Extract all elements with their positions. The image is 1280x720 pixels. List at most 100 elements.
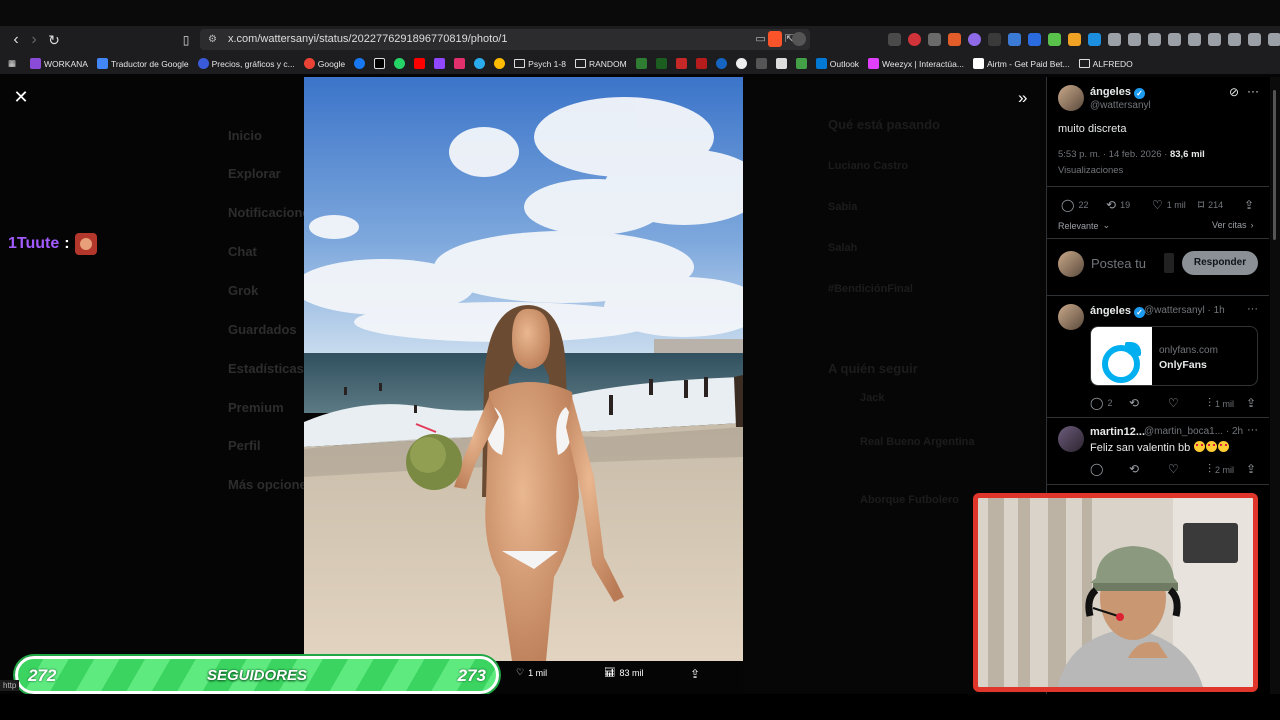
more-options-icon[interactable]: ··· <box>1247 424 1258 436</box>
bookmark-icon-only[interactable] <box>494 58 506 69</box>
reply-count-button[interactable]: ◯ 2 <box>1090 396 1112 410</box>
more-options-icon[interactable]: ··· <box>1247 84 1259 98</box>
bookmark-icon-only[interactable] <box>474 58 486 69</box>
link-card[interactable]: onlyfans.com OnlyFans <box>1090 326 1258 386</box>
reply-button[interactable]: ◯ <box>1090 462 1103 476</box>
like-button[interactable]: ♡ <box>1168 396 1179 410</box>
bookmark-icon-only[interactable] <box>394 58 406 69</box>
extension-icon[interactable] <box>888 33 901 46</box>
sidebar-item-dim: Más opciones <box>228 477 314 492</box>
reply-count-button[interactable]: ◯ 22 <box>1061 198 1088 212</box>
extension-icon[interactable] <box>1228 33 1241 46</box>
bookmark-icon-only[interactable] <box>655 58 667 69</box>
bookmark-twitch-icon[interactable] <box>434 58 446 69</box>
extension-icon[interactable] <box>928 33 941 46</box>
extension-icon[interactable] <box>1128 33 1141 46</box>
my-avatar[interactable] <box>1058 251 1084 277</box>
bookmark-x-icon[interactable] <box>374 58 386 69</box>
extension-icon[interactable] <box>908 33 921 46</box>
reply-compose-input[interactable]: Postea tu <box>1091 256 1146 271</box>
forward-icon[interactable]: › <box>24 30 44 50</box>
photo-share-icon[interactable]: ⇪ <box>690 667 700 681</box>
share-icon[interactable]: ⇪ <box>1246 462 1256 476</box>
collapse-panel-icon[interactable]: » <box>1018 88 1027 108</box>
address-bar[interactable]: ⚙ x.com/wattersanyi/status/2022776291896… <box>200 29 810 50</box>
grok-icon[interactable]: ⊘ <box>1229 85 1239 99</box>
menu-icon[interactable] <box>1268 33 1280 46</box>
extension-icon[interactable] <box>1048 33 1061 46</box>
bookmark-google[interactable]: Google <box>303 58 345 69</box>
bookmark-count-button[interactable]: ⌑ 214 <box>1198 198 1223 212</box>
bookmark-outlook[interactable]: Outlook <box>815 58 859 69</box>
extension-icon[interactable] <box>1148 33 1161 46</box>
sort-replies-dropdown[interactable]: Relevante ⌄ <box>1058 220 1110 231</box>
scrollbar-thumb[interactable] <box>1273 90 1276 240</box>
reply-handle[interactable]: @martin_boca1... · 2h <box>1144 426 1243 437</box>
brave-shields-icon[interactable] <box>768 31 782 47</box>
repost-count-button[interactable]: ⟲ 19 <box>1106 198 1130 212</box>
apps-grid-icon[interactable]: ▦ <box>8 58 16 69</box>
bookmark-youtube-icon[interactable] <box>414 58 426 69</box>
author-handle[interactable]: @wattersanyl <box>1090 100 1151 111</box>
post-photo[interactable] <box>304 77 743 661</box>
share-icon[interactable]: ⇪ <box>1244 198 1254 212</box>
extension-icon[interactable] <box>948 33 961 46</box>
extension-icon[interactable] <box>988 33 1001 46</box>
bookmark-airtm[interactable]: Airtm - Get Paid Bet... <box>972 58 1070 69</box>
reply-author[interactable]: martin12... <box>1090 426 1145 438</box>
bookmark-weezyx[interactable]: Weezyx | Interactúa... <box>868 58 964 69</box>
views-button[interactable]: ⫶ 2 mil <box>1208 462 1234 477</box>
extension-icon[interactable] <box>968 33 981 46</box>
extension-icon[interactable] <box>1068 33 1081 46</box>
bookmark-instagram-icon[interactable] <box>454 58 466 69</box>
bookmark-icon-only[interactable] <box>755 58 767 69</box>
bookmark-icon-only[interactable] <box>795 58 807 69</box>
bookmark-icon[interactable]: ▯ <box>176 30 196 50</box>
bookmark-workana[interactable]: WORKANA <box>30 58 88 69</box>
bookmark-icon-only[interactable] <box>675 58 687 69</box>
extension-icon[interactable] <box>1248 33 1261 46</box>
compose-media-icon[interactable] <box>1164 253 1174 273</box>
bookmark-icon-only[interactable] <box>635 58 647 69</box>
reply-author[interactable]: ángeles ✓ <box>1090 305 1145 318</box>
repost-button[interactable]: ⟲ <box>1129 396 1139 410</box>
photo-like-button[interactable]: ♡ 1 mil <box>516 667 547 678</box>
reply-button[interactable]: Responder <box>1182 251 1258 275</box>
reply-handle[interactable]: @wattersanyl · 1h <box>1144 305 1225 316</box>
share-icon[interactable]: ⇪ <box>1246 396 1256 410</box>
like-button[interactable]: ♡ <box>1168 462 1179 476</box>
bookmark-precios[interactable]: Precios, gráficos y c... <box>197 58 295 69</box>
extension-icon[interactable] <box>1168 33 1181 46</box>
reload-icon[interactable]: ↻ <box>44 30 64 50</box>
extension-icon[interactable] <box>1028 33 1041 46</box>
extension-icon[interactable] <box>1108 33 1121 46</box>
bookmark-icon-only[interactable] <box>354 58 366 69</box>
extension-icon[interactable] <box>1208 33 1221 46</box>
extension-icon[interactable] <box>1188 33 1201 46</box>
reply-avatar[interactable] <box>1058 304 1084 330</box>
extension-icon[interactable] <box>1008 33 1021 46</box>
author-avatar[interactable] <box>1058 85 1084 111</box>
bookmark-icon-only[interactable] <box>735 58 747 69</box>
extension-icon[interactable] <box>1088 33 1101 46</box>
brave-rewards-icon[interactable] <box>792 32 806 46</box>
author-name[interactable]: ángeles ✓ <box>1090 86 1145 99</box>
bookmark-folder-alfredo[interactable]: ALFREDO <box>1078 59 1133 69</box>
bookmark-icon-only[interactable] <box>715 58 727 69</box>
like-count-button[interactable]: ♡ 1 mil <box>1152 198 1186 212</box>
bookmark-icon-only[interactable] <box>775 58 787 69</box>
close-viewer-icon[interactable]: ✕ <box>12 88 30 106</box>
bookmark-traductor[interactable]: Traductor de Google <box>96 58 189 69</box>
reply-avatar[interactable] <box>1058 426 1084 452</box>
repost-button[interactable]: ⟲ <box>1129 462 1139 476</box>
site-settings-icon[interactable]: ⚙ <box>208 29 217 50</box>
views-button[interactable]: ⫶ 1 mil <box>1208 396 1234 411</box>
more-options-icon[interactable]: ··· <box>1247 303 1258 315</box>
url-text: x.com/wattersanyi/status/202277629189677… <box>228 33 508 45</box>
photo-views-button[interactable]: 📊︎ 83 mil <box>604 667 643 678</box>
bookmark-folder-random[interactable]: RANDOM <box>574 59 627 69</box>
bookmark-folder-psych[interactable]: Psych 1-8 <box>514 59 566 69</box>
bookmark-icon-only[interactable] <box>695 58 707 69</box>
view-quotes-link[interactable]: Ver citas › <box>1212 220 1254 230</box>
back-icon[interactable]: ‹ <box>6 30 26 50</box>
